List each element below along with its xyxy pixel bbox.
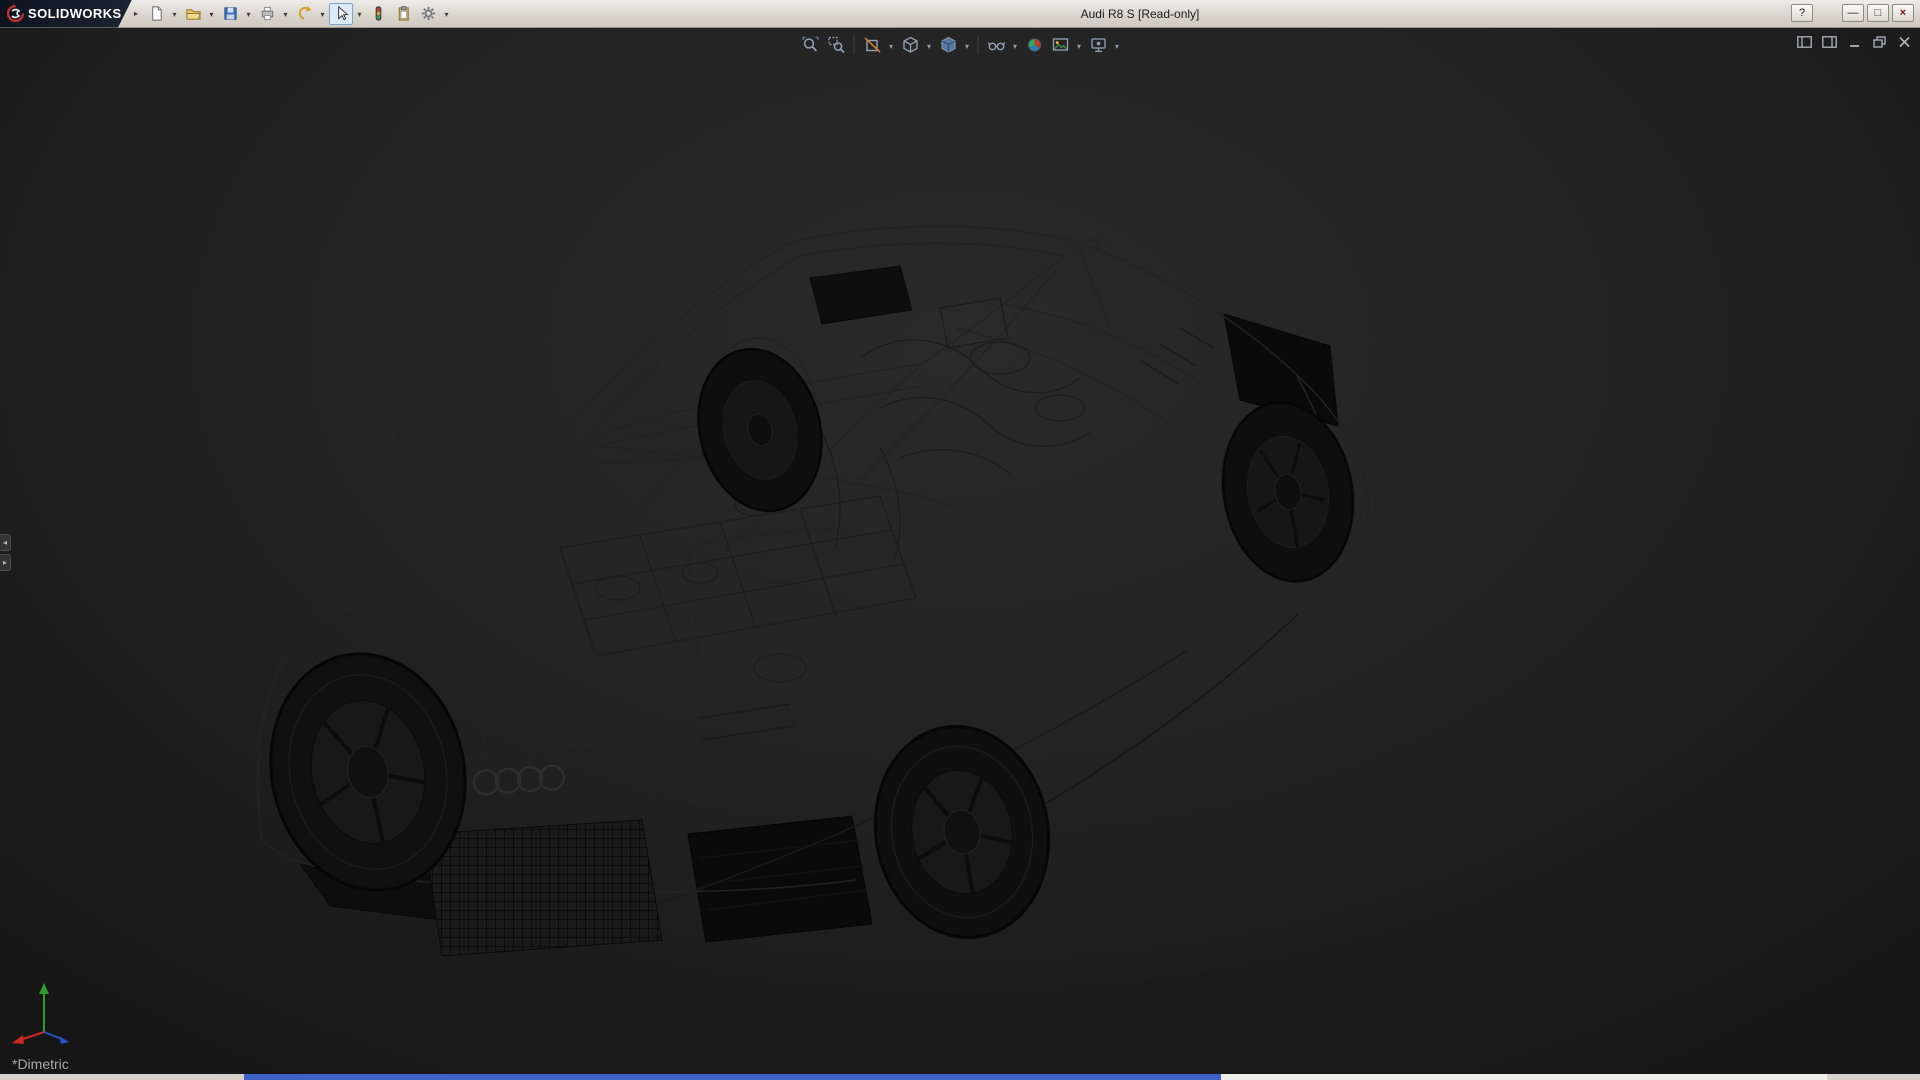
apply-scene-dropdown[interactable]: ▾ [1074, 40, 1085, 51]
audi-rings-rear [1066, 237, 1108, 251]
display-style-icon [940, 36, 956, 53]
hide-show-items-button[interactable] [984, 33, 1009, 57]
window-title: Audi R8 S [Read-only] [1080, 7, 1200, 21]
section-view-button[interactable] [860, 33, 885, 57]
taskbar-edge[interactable] [0, 1074, 1920, 1080]
document-restore-button[interactable] [1871, 35, 1887, 49]
view-orientation-dropdown[interactable]: ▾ [924, 40, 935, 51]
print-dropdown[interactable]: ▾ [280, 8, 291, 19]
options-button[interactable] [416, 3, 440, 25]
edit-appearance-button[interactable] [1022, 33, 1047, 57]
chassis-detail-lines [559, 297, 1091, 683]
undo-arrow-icon [298, 6, 312, 20]
new-document-icon [151, 6, 162, 21]
toolbar-expand-arrow[interactable]: ▸ [134, 9, 138, 18]
clipboard-icon [398, 6, 409, 21]
hide-show-items-dropdown[interactable]: ▾ [1010, 40, 1021, 51]
options-dropdown[interactable]: ▾ [441, 8, 452, 19]
open-dropdown[interactable]: ▾ [206, 8, 217, 19]
view-orientation-cube-icon [902, 36, 918, 53]
solidworks-window: SOLIDWORKS ▸ ▾ ▾ ▾ ▾ ▾ ▾ ▾ Audi R8 S [Re… [0, 0, 1920, 1080]
heads-up-view-toolbar: ▾ ▾ ▾ ▾ ▾ ▾ [798, 33, 1123, 57]
open-button[interactable] [181, 3, 205, 25]
undo-dropdown[interactable]: ▾ [317, 8, 328, 19]
rebuild-traffic-light-icon [375, 6, 381, 21]
options-gear-icon [421, 6, 435, 21]
paste-button[interactable] [391, 3, 415, 25]
hide-show-glasses-icon [987, 42, 1005, 51]
hud-separator [853, 36, 855, 54]
save-button[interactable] [218, 3, 242, 25]
solidworks-logo: SOLIDWORKS [0, 0, 132, 28]
wheel-rear-left [873, 725, 1051, 939]
view-settings-button[interactable] [1086, 33, 1111, 57]
select-dropdown[interactable]: ▾ [354, 8, 365, 19]
undo-button[interactable] [292, 3, 316, 25]
save-floppy-icon [223, 7, 237, 20]
taskbar-segment [1221, 1074, 1827, 1080]
view-orientation-button[interactable] [898, 33, 923, 57]
view-settings-dropdown[interactable]: ▾ [1112, 40, 1123, 51]
select-tool-button[interactable] [329, 2, 354, 25]
main-toolbar: ▾ ▾ ▾ ▾ ▾ ▾ ▾ [144, 2, 452, 25]
show-feature-pane-button[interactable] [1796, 35, 1812, 49]
open-folder-icon [185, 9, 201, 20]
front-grille [423, 819, 663, 957]
panel-splitter-collapse[interactable]: ◂ [0, 534, 11, 551]
help-button[interactable]: ? [1791, 4, 1813, 22]
rebuild-button[interactable] [366, 3, 390, 25]
display-style-dropdown[interactable]: ▾ [962, 40, 973, 51]
taskbar-segment [0, 1074, 244, 1080]
panel-splitter-expand[interactable]: ▸ [0, 554, 11, 571]
select-cursor-icon [337, 5, 349, 21]
audi-rings-front [472, 764, 566, 796]
graphics-area[interactable]: ▾ ▾ ▾ ▾ ▾ ▾ ◂ ▸ *Dimetric [0, 28, 1920, 1074]
taskbar-active-segment [244, 1074, 1221, 1080]
zoom-to-fit-button[interactable] [798, 33, 823, 57]
zoom-to-area-icon [827, 36, 845, 54]
wheel-front-right [697, 347, 823, 513]
pane-right-icon [1821, 36, 1837, 48]
show-task-pane-button[interactable] [1821, 35, 1837, 49]
new-document-dropdown[interactable]: ▾ [169, 8, 180, 19]
taskbar-segment [1827, 1074, 1920, 1080]
maximize-button[interactable]: □ [1867, 4, 1889, 22]
window-controls: ? — □ × [1791, 4, 1914, 22]
view-orientation-label: *Dimetric [12, 1056, 69, 1072]
print-button[interactable] [255, 3, 279, 25]
car-wireframe-model [255, 225, 1370, 957]
apply-scene-button[interactable] [1048, 33, 1073, 57]
view-settings-icon [1090, 38, 1106, 52]
wheel-rear-right [1221, 401, 1355, 583]
apply-scene-icon [1052, 38, 1068, 51]
print-icon [261, 6, 273, 21]
document-close-button[interactable] [1896, 35, 1912, 49]
close-button[interactable]: × [1892, 4, 1914, 22]
edit-appearance-ball-icon [1027, 38, 1041, 52]
title-bar[interactable]: SOLIDWORKS ▸ ▾ ▾ ▾ ▾ ▾ ▾ ▾ Audi R8 S [Re… [0, 0, 1920, 28]
save-dropdown[interactable]: ▾ [243, 8, 254, 19]
restore-icon [1872, 36, 1886, 48]
zoom-to-area-button[interactable] [824, 33, 849, 57]
pane-left-icon [1796, 36, 1812, 48]
zoom-to-fit-icon [801, 36, 819, 52]
dassault-3ds-logo-icon [7, 5, 24, 22]
new-document-button[interactable] [144, 3, 168, 25]
minimize-button[interactable]: — [1842, 4, 1864, 22]
document-minimize-button[interactable] [1846, 35, 1862, 49]
brand-name: SOLIDWORKS [28, 6, 122, 21]
section-view-dropdown[interactable]: ▾ [886, 40, 897, 51]
display-style-button[interactable] [936, 33, 961, 57]
minimize-icon [1849, 45, 1859, 47]
hud-separator [977, 36, 979, 54]
section-view-icon [863, 37, 881, 53]
close-x-icon [1898, 36, 1910, 48]
document-window-controls [1796, 35, 1912, 49]
reference-triad[interactable] [10, 976, 90, 1048]
